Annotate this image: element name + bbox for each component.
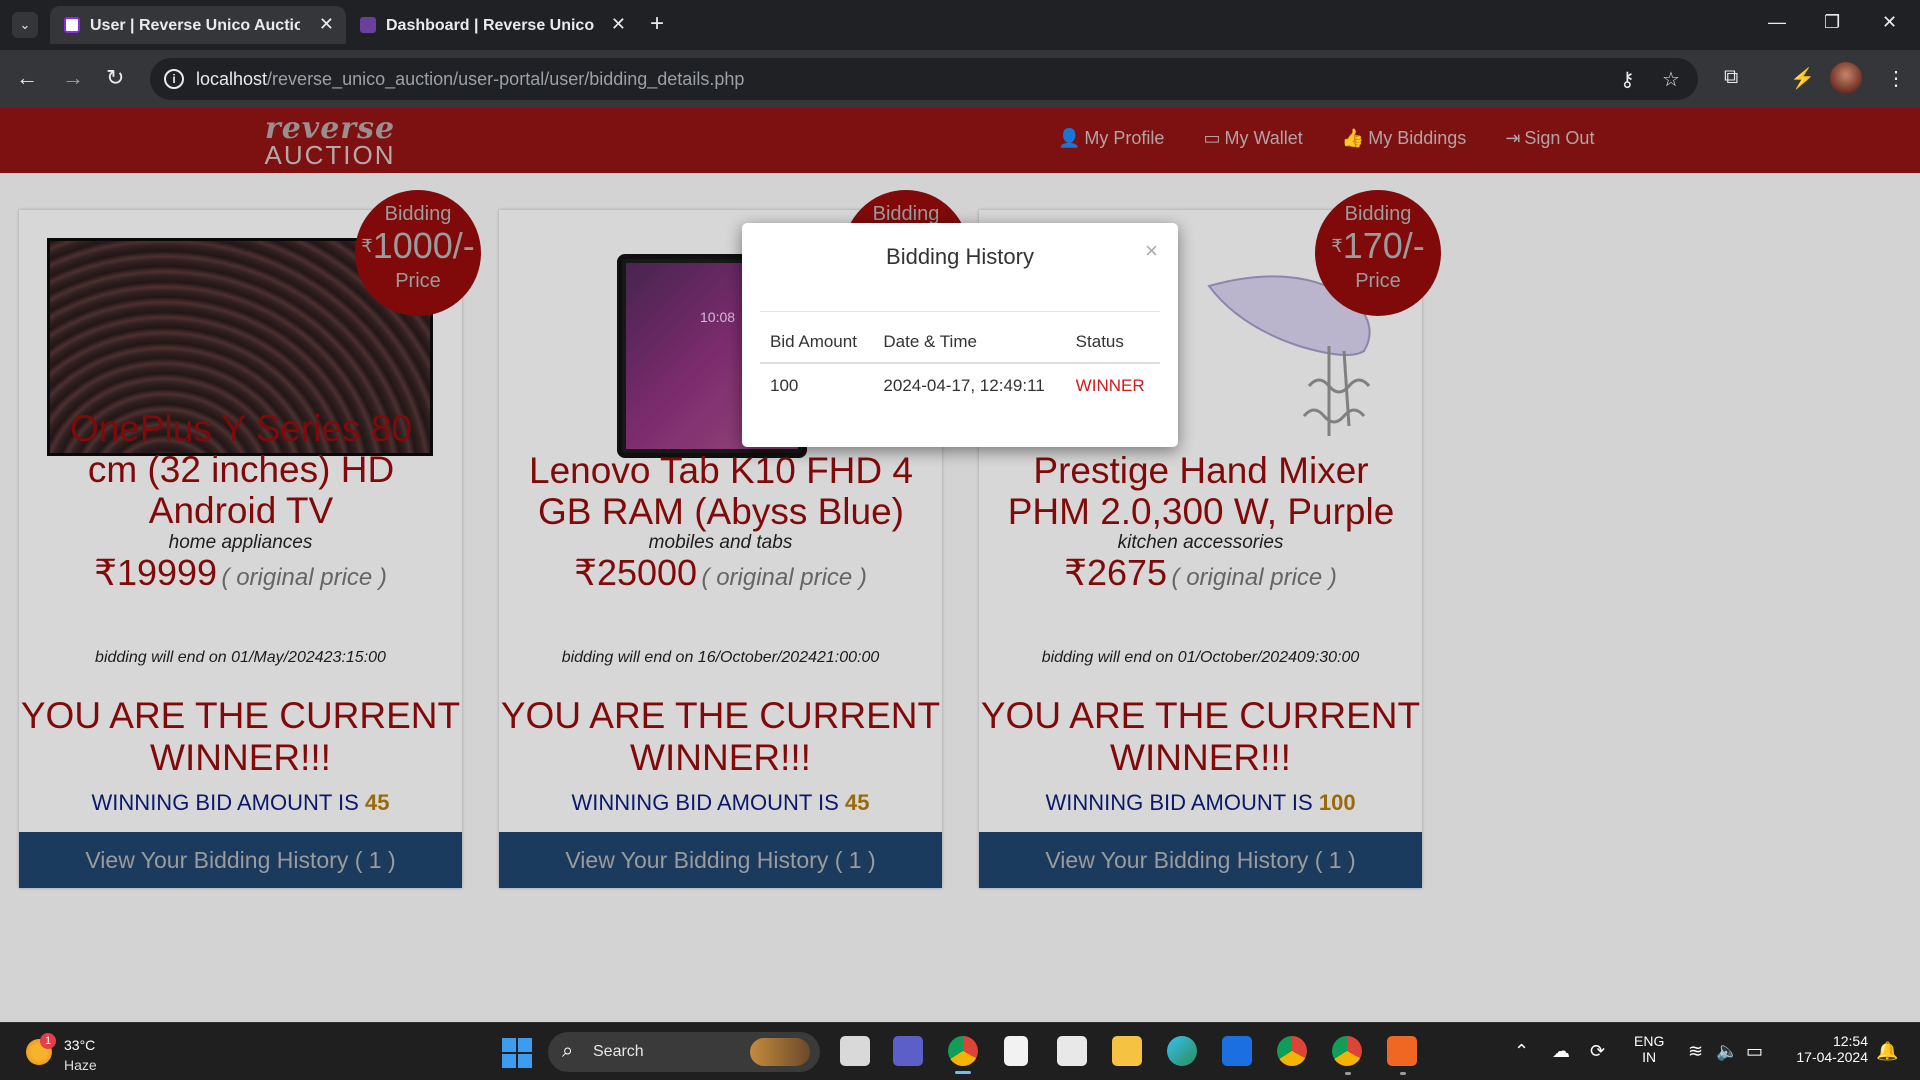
site-favicon-icon	[360, 17, 376, 33]
forward-arrow-icon[interactable]: →	[62, 65, 84, 91]
tray-overflow-icon[interactable]: ⌃	[1514, 1041, 1529, 1062]
browser-tab-user[interactable]: User | Reverse Unico Auction ✕	[50, 6, 346, 44]
battery-icon[interactable]: ▭	[1746, 1041, 1763, 1062]
search-highlight-icon	[750, 1038, 810, 1066]
url-text: localhost/reverse_unico_auction/user-por…	[196, 69, 745, 89]
search-icon: ⌕	[562, 1040, 574, 1062]
weather-desc: Haze	[64, 1057, 97, 1073]
tab-close-icon[interactable]: ✕	[319, 14, 334, 35]
volume-icon[interactable]: 🔈	[1716, 1041, 1738, 1062]
status-cell: WINNER	[1075, 376, 1145, 395]
search-label: Search	[593, 1043, 644, 1060]
column-header: Date & Time	[873, 322, 1066, 364]
window-close-icon[interactable]: ✕	[1882, 12, 1897, 33]
browser-toolbar: ← → ↻ i localhost/reverse_unico_auction/…	[0, 50, 1920, 108]
browser-tab-dashboard[interactable]: Dashboard | Reverse Unico Auction ✕	[346, 6, 638, 44]
clock[interactable]: 12:54 17-04-2024	[1786, 1033, 1868, 1065]
sync-icon[interactable]: ⟳	[1590, 1041, 1605, 1062]
datetime-cell: 2024-04-17, 12:49:11	[883, 376, 1045, 395]
logo-bottom-text: AUCTION	[264, 140, 396, 170]
chrome-profile-icon[interactable]	[1332, 1036, 1362, 1066]
browser-tab-bar: ⌄ User | Reverse Unico Auction ✕ Dashboa…	[0, 0, 1920, 50]
address-bar[interactable]: i localhost/reverse_unico_auction/user-p…	[150, 58, 1698, 100]
browser-menu-icon[interactable]: ⋮	[1886, 66, 1906, 91]
nav-sign-out[interactable]: ⇥ Sign Out	[1505, 128, 1594, 148]
task-view-icon[interactable]	[840, 1036, 870, 1066]
app-icon[interactable]	[1222, 1036, 1252, 1066]
bidding-history-modal: Bidding History × Bid Amount Date & Time…	[742, 223, 1178, 447]
weather-temp: 33°C	[64, 1037, 96, 1053]
nav-my-biddings[interactable]: 👍 My Biddings	[1342, 128, 1466, 148]
notifications-bell-icon[interactable]: 🔔	[1876, 1041, 1898, 1062]
language-indicator[interactable]: ENG IN	[1634, 1033, 1664, 1065]
bidding-history-table: Bid Amount Date & Time Status 100 2024-0…	[760, 322, 1160, 408]
site-nav: 👤 My Profile ▭ My Wallet 👍 My Biddings ⇥ Sig…	[1058, 128, 1628, 149]
modal-close-icon[interactable]: ×	[1145, 238, 1158, 264]
reload-icon[interactable]: ↻	[106, 65, 124, 91]
xampp-icon[interactable]	[1387, 1036, 1417, 1066]
user-icon: 👤	[1058, 128, 1081, 148]
cloud-icon[interactable]: ☁	[1552, 1041, 1570, 1062]
site-favicon-icon	[64, 17, 80, 33]
site-header: reverse AUCTION 👤 My Profile ▭ My Wallet 👍…	[0, 108, 1920, 173]
column-header: Status	[1065, 322, 1160, 364]
tab-close-icon[interactable]: ✕	[611, 14, 626, 35]
table-row: 100 2024-04-17, 12:49:11 WINNER	[760, 363, 1160, 408]
site-info-icon[interactable]: i	[164, 69, 184, 89]
bookmark-star-icon[interactable]: ☆	[1662, 67, 1680, 92]
notification-badge: 1	[40, 1033, 56, 1049]
restore-icon[interactable]: ❐	[1824, 12, 1840, 33]
taskbar-search[interactable]: ⌕ Search	[548, 1032, 820, 1072]
site-logo[interactable]: reverse AUCTION	[250, 111, 410, 170]
thumbs-up-icon: 👍	[1341, 128, 1365, 148]
nav-my-profile[interactable]: 👤 My Profile	[1058, 128, 1164, 148]
tab-title: User | Reverse Unico Auction	[90, 17, 300, 34]
sign-out-icon: ⇥	[1505, 128, 1521, 148]
store-icon[interactable]	[1057, 1036, 1087, 1066]
back-arrow-icon[interactable]: ←	[16, 65, 38, 91]
tab-search-dropdown[interactable]: ⌄	[12, 12, 38, 38]
start-windows-icon[interactable]	[502, 1038, 532, 1068]
profile-avatar[interactable]	[1830, 62, 1862, 94]
windows-taskbar: 1 33°C Haze ⌕ Search ⌃ ☁ ⟳ ENG IN ≋ 🔈 ▭ 1…	[0, 1022, 1920, 1080]
minimize-icon[interactable]: —	[1768, 12, 1786, 33]
chrome-icon[interactable]	[948, 1036, 978, 1066]
file-explorer-icon[interactable]	[1112, 1036, 1142, 1066]
password-key-icon[interactable]: ⚷	[1620, 67, 1635, 92]
wallet-icon: ▭	[1203, 128, 1221, 148]
tab-title: Dashboard | Reverse Unico Auction	[386, 17, 596, 34]
performance-icon[interactable]: ⚡	[1790, 66, 1815, 91]
wifi-icon[interactable]: ≋	[1688, 1041, 1703, 1062]
nav-my-wallet[interactable]: ▭ My Wallet	[1203, 128, 1302, 148]
extensions-icon[interactable]: ⧉	[1724, 66, 1738, 89]
modal-title: Bidding History	[886, 244, 1034, 269]
chrome-icon[interactable]	[1277, 1036, 1307, 1066]
bid-amount-cell: 100	[770, 376, 799, 395]
notepad-icon[interactable]	[1004, 1036, 1028, 1066]
divider	[760, 311, 1160, 312]
new-tab-plus-icon[interactable]: +	[650, 10, 664, 38]
teams-icon[interactable]	[893, 1036, 923, 1066]
edge-icon[interactable]	[1167, 1036, 1197, 1066]
column-header: Bid Amount	[760, 322, 874, 364]
logo-top-text: reverse	[264, 111, 396, 146]
